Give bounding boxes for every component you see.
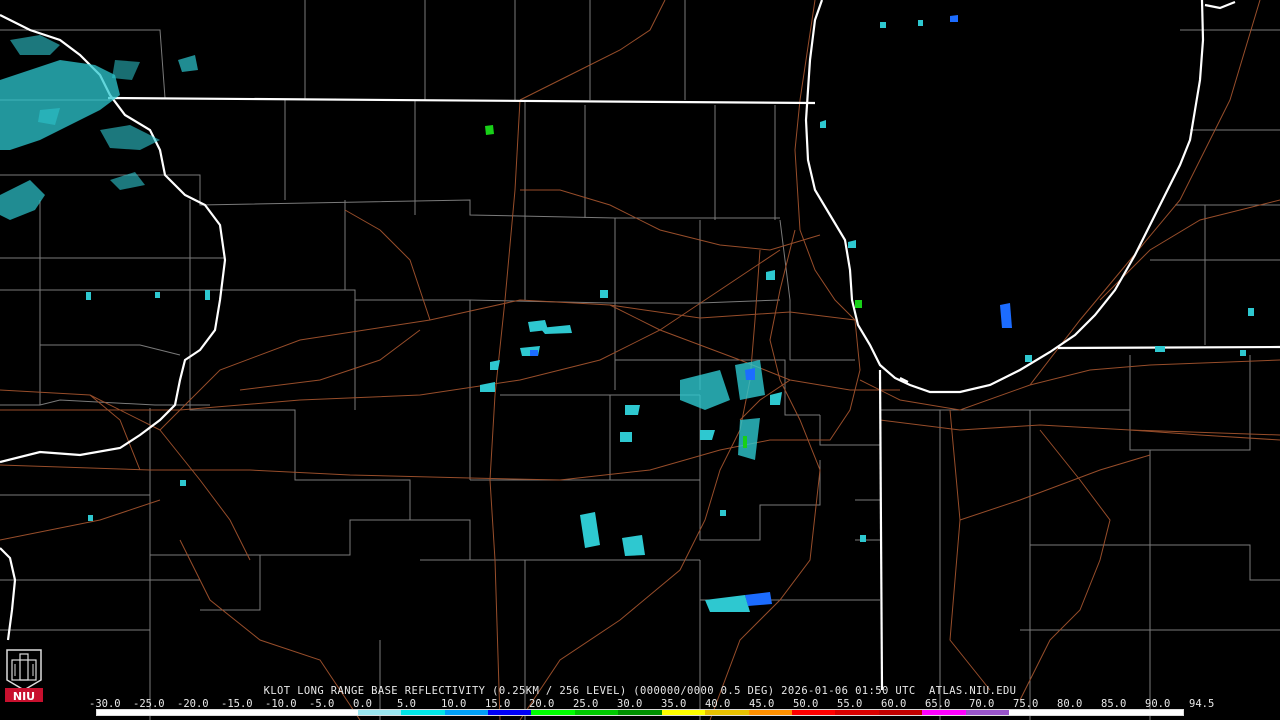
colorbar-segment [487, 710, 532, 715]
colorbar-segment [401, 710, 445, 715]
state-borders [0, 0, 1280, 691]
colorbar-segment [357, 710, 402, 715]
colorbar-segment [227, 710, 271, 715]
colorbar-segment [661, 710, 706, 715]
colorbar-segment [444, 710, 488, 715]
colorbar-segment [140, 710, 184, 715]
colorbar-segment [965, 710, 1010, 715]
reflectivity-scale-labels: -30.0 -25.0 -20.0 -15.0 -10.0 -5.0 0.0 5.0 10.0 1… [89, 698, 1214, 710]
reflectivity-colorbar [96, 709, 1184, 716]
radar-map [0, 0, 1280, 720]
colorbar-segment [705, 710, 749, 715]
radar-echoes [0, 20, 1254, 612]
colorbar-segment [270, 710, 315, 715]
colorbar-segment [748, 710, 792, 715]
colorbar-segment [183, 710, 228, 715]
colorbar-segment [835, 710, 879, 715]
colorbar-segment [314, 710, 358, 715]
colorbar-segment [922, 710, 966, 715]
colorbar-segment [574, 710, 619, 715]
colorbar-segment [1096, 710, 1140, 715]
colorbar-segment [1139, 710, 1183, 715]
colorbar-segment [618, 710, 662, 715]
radar-echoes-strong [485, 125, 862, 448]
colorbar-segment [531, 710, 575, 715]
colorbar-segment [792, 710, 836, 715]
scale-label: 94.5 [1189, 698, 1215, 710]
colorbar-segment [1052, 710, 1097, 715]
county-lines [0, 0, 1280, 720]
product-caption: KLOT LONG RANGE BASE REFLECTIVITY (0.25K… [263, 685, 1017, 697]
colorbar-segment [878, 710, 923, 715]
colorbar-segment [1009, 710, 1053, 715]
colorbar-segment [97, 710, 141, 715]
